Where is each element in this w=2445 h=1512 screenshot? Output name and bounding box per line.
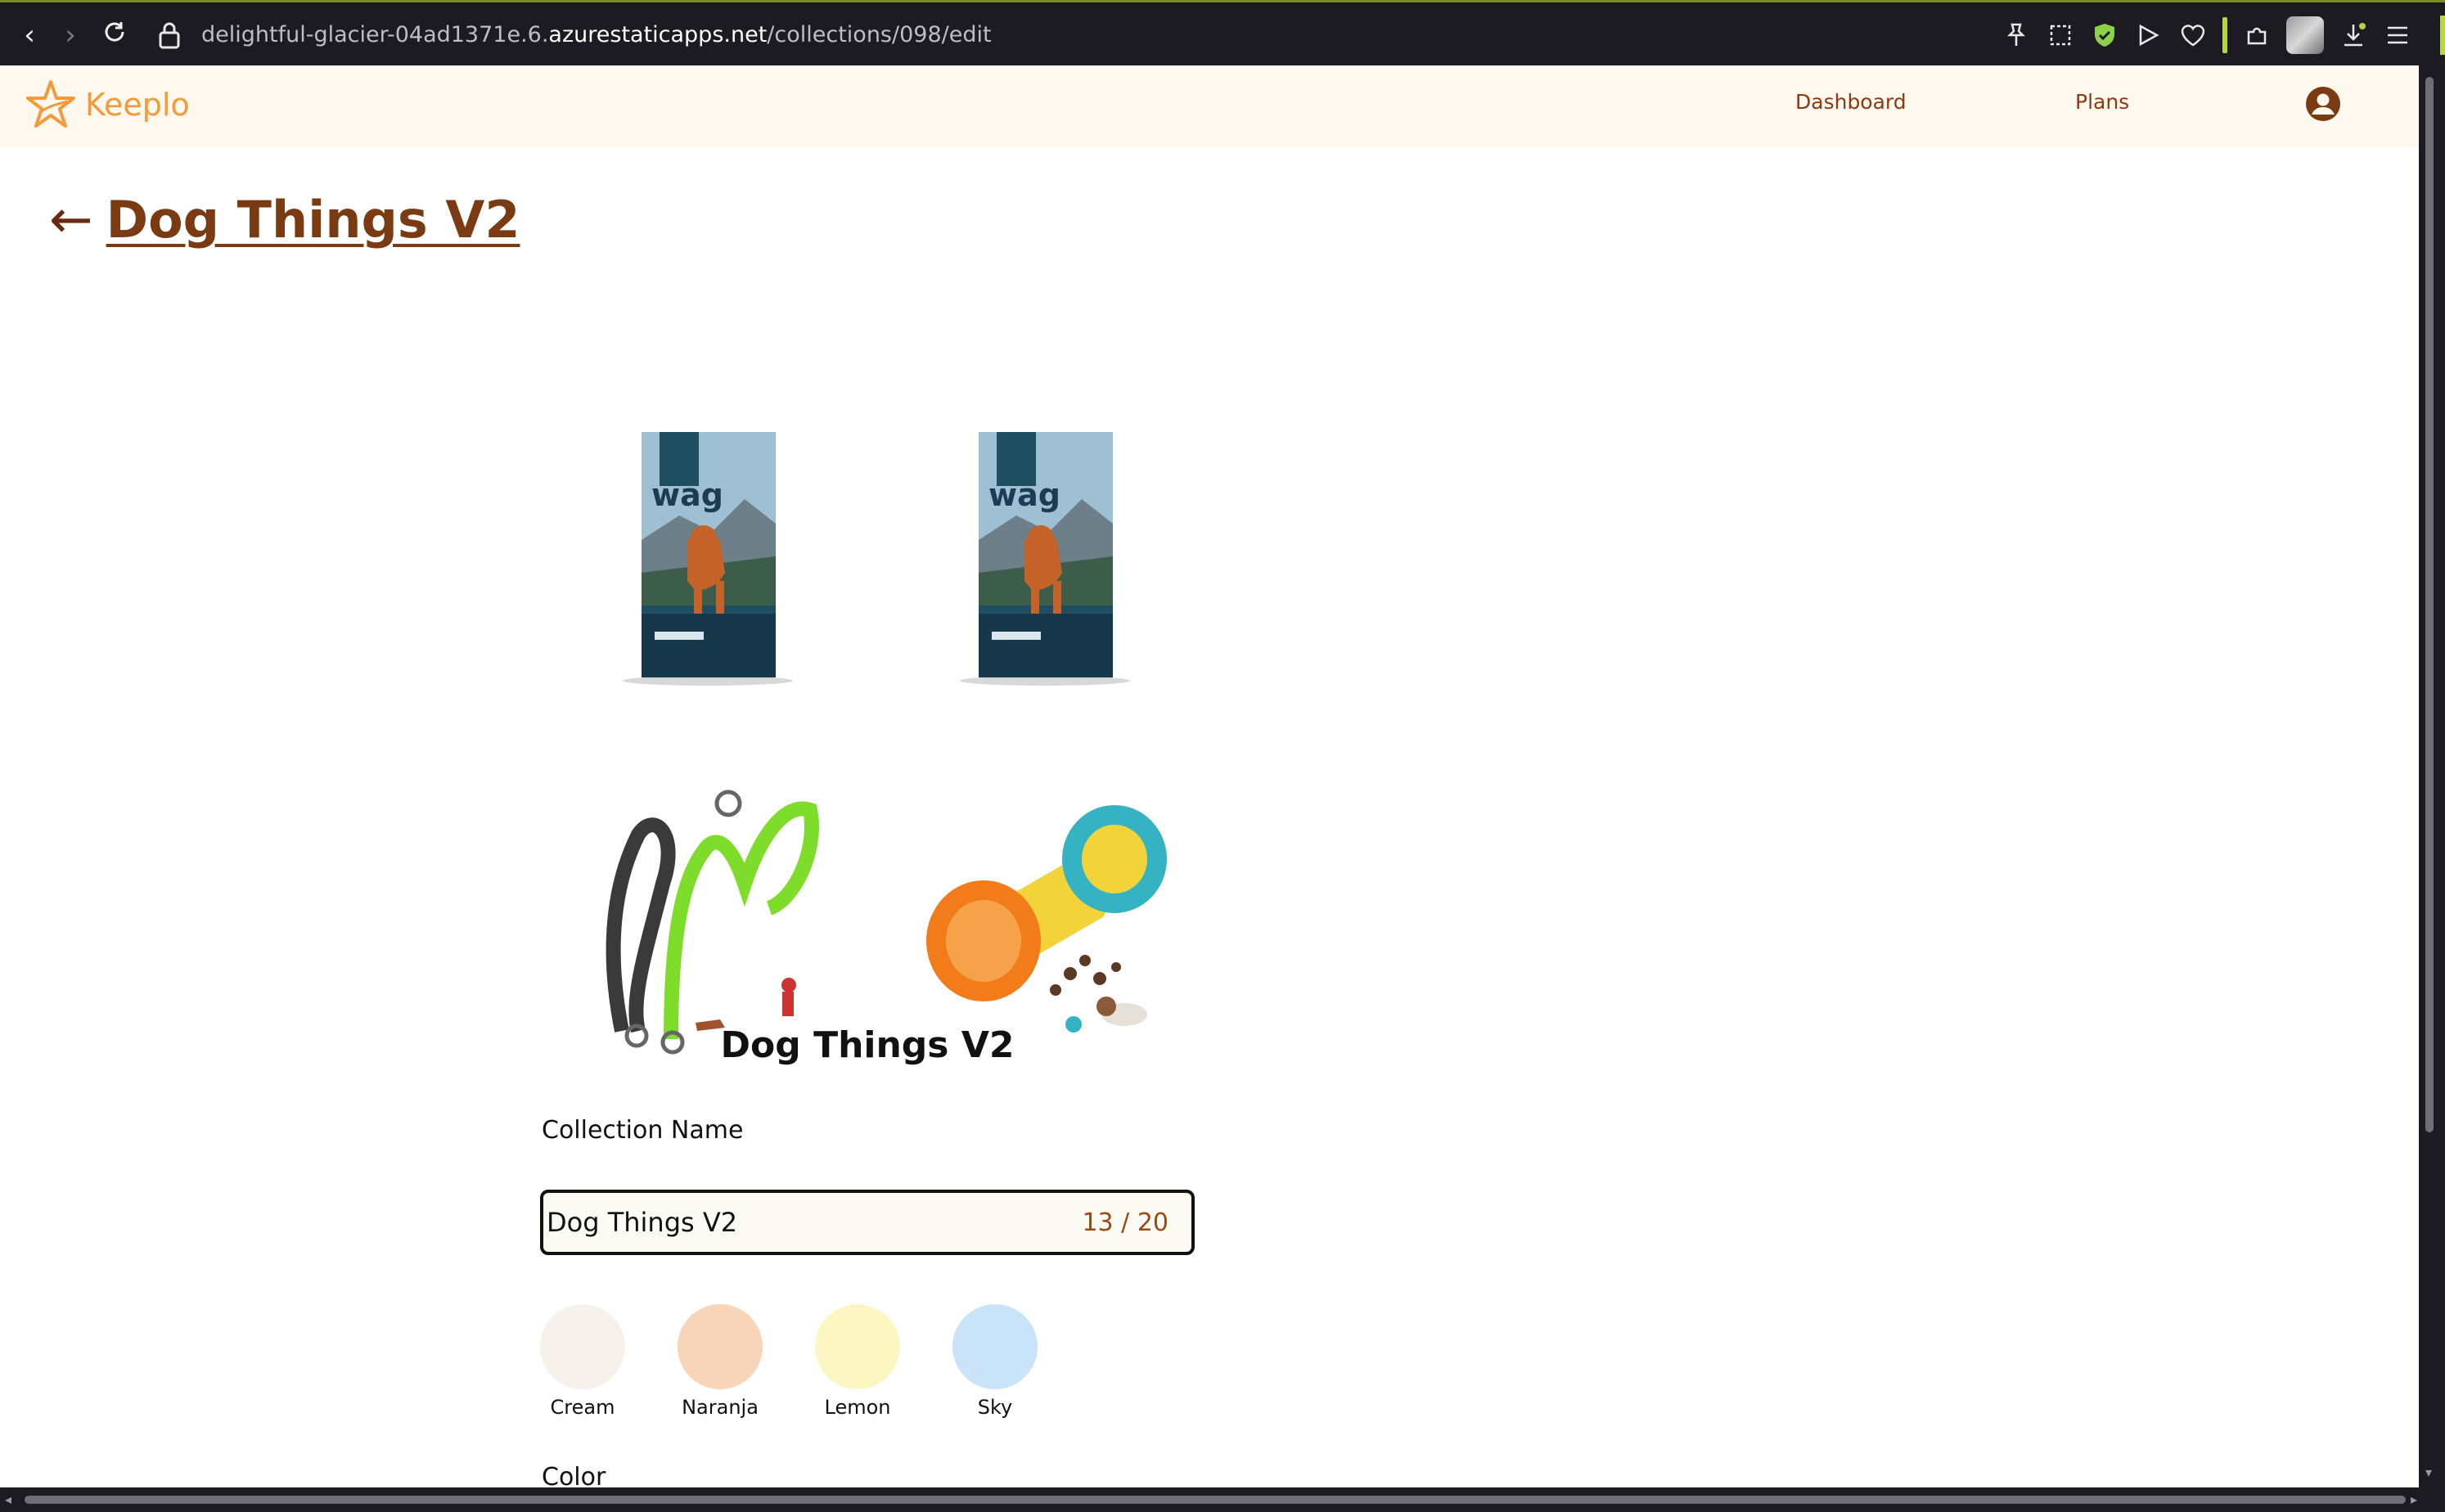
swatch-sky[interactable]: Sky (952, 1304, 1038, 1419)
app-header: Keeplo Dashboard Plans (0, 65, 2419, 147)
swatch-circle[interactable] (952, 1304, 1038, 1389)
browser-toolbar: ‹ › delightful-glacier-04ad1371e.6.azure… (0, 0, 2445, 65)
user-profile-icon[interactable] (2304, 85, 2342, 123)
swatch-circle[interactable] (678, 1304, 763, 1389)
star-logo-icon (26, 80, 75, 128)
pin-icon[interactable] (2001, 20, 2031, 50)
vertical-scroll-thumb[interactable] (2425, 77, 2434, 1132)
vertical-scrollbar[interactable]: ▾ (2419, 65, 2445, 1487)
swatch-label: Naranja (682, 1396, 759, 1419)
svg-text:wag: wag (988, 477, 1060, 513)
extensions-icon[interactable] (2242, 20, 2272, 50)
swatch-circle[interactable] (815, 1304, 900, 1389)
swatch-label: Lemon (824, 1396, 891, 1419)
reload-icon[interactable] (98, 19, 131, 52)
horizontal-scroll-thumb[interactable] (25, 1496, 2406, 1504)
download-icon[interactable] (2339, 20, 2368, 50)
lock-icon[interactable] (157, 20, 182, 50)
page: Keeplo Dashboard Plans ← Dog Things V2 w… (0, 65, 2419, 1487)
swatch-cream[interactable]: Cream (540, 1304, 625, 1419)
collection-name-value[interactable]: Dog Things V2 (547, 1207, 1082, 1238)
swatch-lemon[interactable]: Lemon (815, 1304, 900, 1419)
forward-icon[interactable]: › (54, 19, 87, 52)
color-label: Color (542, 1463, 606, 1487)
profile-avatar[interactable] (2286, 16, 2324, 54)
back-icon[interactable]: ‹ (13, 19, 46, 52)
brand-name: Keeplo (85, 87, 190, 123)
heart-icon[interactable] (2178, 20, 2208, 50)
logo[interactable]: Keeplo (23, 77, 190, 133)
address-bar[interactable]: delightful-glacier-04ad1371e.6.azurestat… (201, 19, 992, 52)
character-counter: 13 / 20 (1082, 1208, 1168, 1237)
svg-text:wag: wag (651, 477, 723, 513)
product-image-dog-food-2: wag (910, 417, 1180, 687)
scroll-right-icon[interactable]: ▸ (2411, 1492, 2417, 1507)
send-icon[interactable] (2134, 20, 2164, 50)
swatch-label: Cream (550, 1396, 615, 1419)
product-image-leash (573, 785, 843, 1055)
collection-name-field[interactable]: Dog Things V2 13 / 20 (540, 1190, 1195, 1255)
scroll-down-icon[interactable]: ▾ (2425, 1465, 2432, 1480)
toolbar-divider (2222, 17, 2227, 53)
product-image-dog-food-1: wag (573, 417, 843, 687)
swatch-circle[interactable] (540, 1304, 625, 1389)
scroll-left-icon[interactable]: ◂ (5, 1492, 11, 1507)
shield-extension-icon[interactable] (2090, 20, 2119, 50)
nav-plans[interactable]: Plans (2075, 90, 2129, 114)
window-accent (2440, 16, 2445, 55)
horizontal-scrollbar[interactable]: ◂ ▸ (0, 1487, 2445, 1512)
page-title[interactable]: Dog Things V2 (106, 190, 520, 250)
collection-preview-title: Dog Things V2 (720, 1024, 1015, 1066)
collection-preview-grid: wag wag (540, 417, 1195, 1072)
menu-icon[interactable] (2383, 20, 2412, 50)
collection-name-label: Collection Name (542, 1116, 744, 1145)
swatch-naranja[interactable]: Naranja (678, 1304, 763, 1419)
product-image-treat-toy (910, 785, 1180, 1055)
color-swatch-list: Cream Naranja Lemon Sky (540, 1304, 1038, 1419)
back-arrow-button[interactable]: ← (49, 194, 93, 246)
swatch-label: Sky (977, 1396, 1013, 1419)
screenshot-icon[interactable] (2046, 20, 2075, 50)
nav-dashboard[interactable]: Dashboard (1795, 90, 1907, 114)
